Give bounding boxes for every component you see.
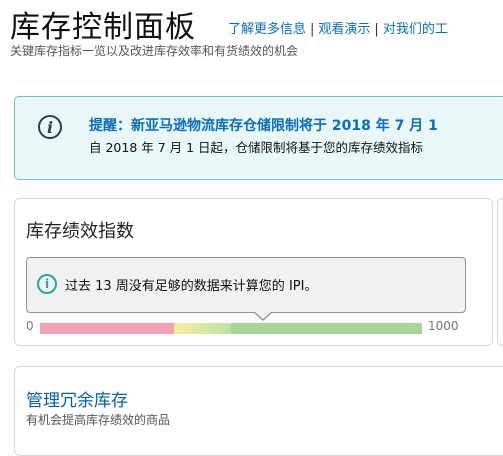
header-links: 了解更多信息 | 观看演示 | 对我们的工 — [228, 18, 448, 37]
ipi-scale-max: 1000 — [428, 319, 459, 333]
storage-limit-alert: i 提醒：新亚马逊物流库存仓储限制将于 2018 年 7 月 1 自 2018 … — [14, 96, 503, 180]
link-separator: | — [374, 22, 379, 37]
ipi-info-box: i 过去 13 周没有足够的数据来计算您的 IPI。 — [26, 257, 466, 313]
ipi-card-title: 库存绩效指数 — [26, 221, 134, 242]
excess-inventory-title[interactable]: 管理冗余库存 — [26, 386, 128, 411]
excess-inventory-card: 管理冗余库存 有机会提高库存绩效的商品 — [14, 366, 503, 456]
info-box-pointer-inner — [254, 311, 272, 319]
page-title: 库存控制面板 — [10, 10, 196, 45]
adjacent-card-edge — [497, 198, 503, 346]
watch-demo-link[interactable]: 观看演示 — [318, 22, 370, 37]
ipi-scale-high-segment — [230, 323, 422, 334]
learn-more-link[interactable]: 了解更多信息 — [228, 22, 306, 37]
page-header: 库存控制面板 了解更多信息 | 观看演示 | 对我们的工 关键库存指标一览以及改进库存效… — [10, 0, 503, 62]
alert-title[interactable]: 提醒：新亚马逊物流库存仓储限制将于 2018 年 7 月 1 — [89, 115, 438, 135]
ipi-scale-low-segment — [40, 323, 174, 334]
alert-body: 自 2018 年 7 月 1 日起，仓储限制将基于您的库存绩效指标 — [89, 140, 424, 155]
ipi-scale-min: 0 — [26, 319, 34, 333]
info-circle-icon: i — [37, 274, 57, 294]
ipi-card: 库存绩效指数 i 过去 13 周没有足够的数据来计算您的 IPI。 0 1000 — [14, 198, 493, 346]
page-subtitle: 关键库存指标一览以及改进库存效率和有货绩效的机会 — [10, 44, 299, 58]
excess-inventory-subtitle: 有机会提高库存绩效的商品 — [26, 413, 171, 427]
feedback-link[interactable]: 对我们的工 — [383, 22, 448, 37]
link-separator: | — [310, 22, 315, 37]
ipi-info-text: 过去 13 周没有足够的数据来计算您的 IPI。 — [65, 279, 318, 294]
ipi-scale-bar — [40, 323, 422, 334]
info-italic-icon: i — [38, 115, 62, 139]
ipi-scale-mid-segment — [173, 323, 231, 334]
